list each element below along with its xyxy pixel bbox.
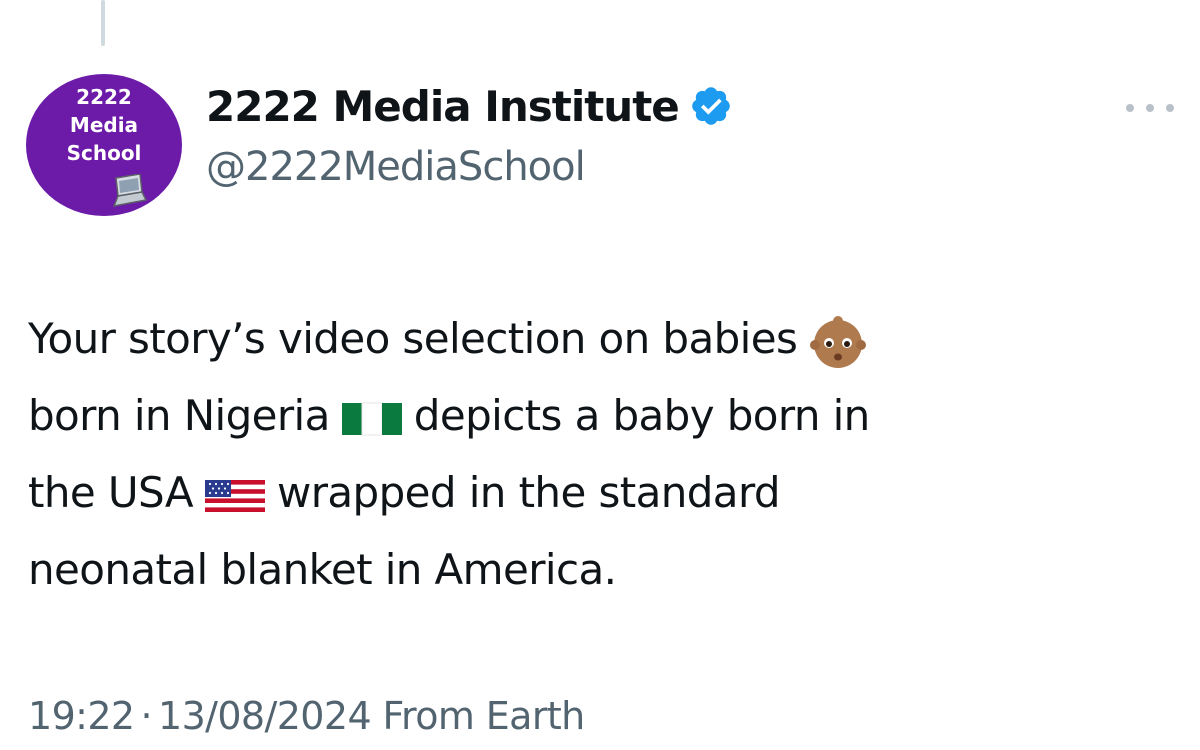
thread-connector-line bbox=[101, 0, 105, 46]
tweet-text-segment: depicts a baby born in bbox=[413, 391, 871, 440]
tweet-text-segment: wrapped in the standard bbox=[277, 468, 781, 517]
usa-flag-icon bbox=[205, 479, 265, 512]
tweet-text: Your story’s video selection on babies b… bbox=[28, 300, 1178, 608]
tweet-source: From Earth bbox=[382, 694, 586, 738]
nigeria-flag-icon bbox=[341, 402, 402, 435]
tweet-text-segment: neonatal blanket in America. bbox=[28, 545, 617, 594]
tweet-text-segment: Your story’s video selection on babies bbox=[28, 314, 798, 363]
avatar-text-line: 2222 bbox=[76, 85, 132, 109]
author-handle[interactable]: @2222MediaSchool bbox=[206, 144, 586, 190]
author-name-row[interactable]: 2222 Media Institute bbox=[206, 74, 733, 138]
baby-emoji-icon bbox=[810, 315, 867, 368]
more-options-button[interactable] bbox=[1126, 96, 1174, 120]
meta-separator: · bbox=[140, 694, 153, 738]
tweet-date[interactable]: 13/08/2024 bbox=[158, 694, 372, 738]
avatar-text-line: Media bbox=[69, 113, 139, 137]
author-display-name[interactable]: 2222 Media Institute bbox=[206, 82, 680, 131]
tweet-text-line: neonatal blanket in America. bbox=[28, 531, 1178, 608]
avatar[interactable]: 2222 Media School bbox=[26, 74, 182, 216]
tweet-time[interactable]: 19:22 bbox=[28, 694, 135, 738]
tweet-text-segment: the USA bbox=[28, 468, 194, 517]
more-horizontal-icon bbox=[1126, 104, 1134, 112]
tweet-text-segment: born in Nigeria bbox=[28, 391, 330, 440]
more-horizontal-icon bbox=[1146, 104, 1154, 112]
laptop-icon bbox=[112, 174, 148, 207]
avatar-text-line: School bbox=[66, 141, 142, 165]
tweet-metadata: 19:22 · 13/08/2024 From Earth bbox=[28, 694, 585, 738]
tweet-text-line: Your story’s video selection on babies bbox=[28, 300, 1178, 377]
verified-badge-icon bbox=[691, 87, 730, 125]
more-horizontal-icon bbox=[1166, 104, 1174, 112]
tweet-text-line: born in Nigeria depicts a baby born in bbox=[28, 377, 1178, 454]
tweet-text-line: the USA wrapped in the standard bbox=[28, 454, 1178, 531]
